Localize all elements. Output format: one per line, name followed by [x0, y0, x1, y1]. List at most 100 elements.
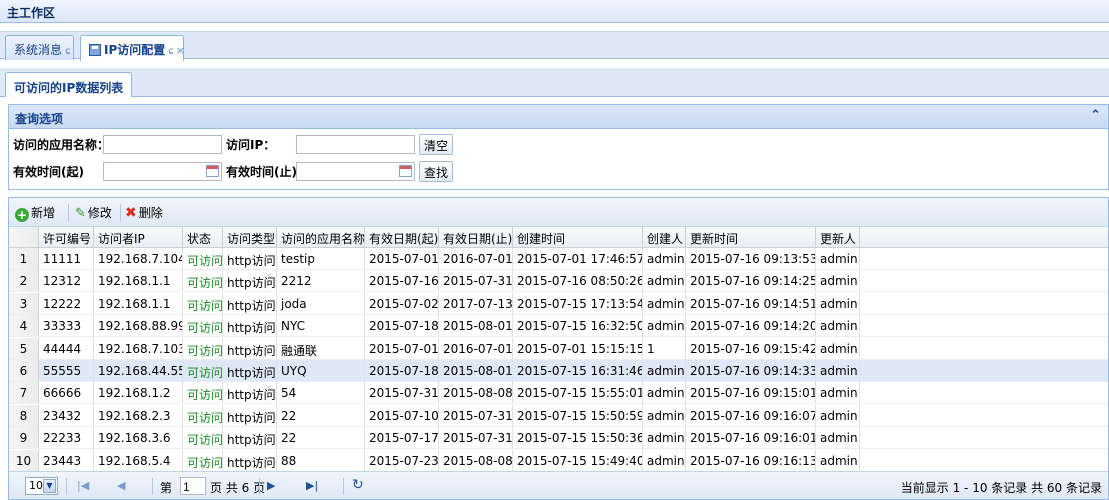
cell-valid-end: 2015-07-31 — [439, 427, 513, 449]
double-chevron-up-icon[interactable]: ⌃ — [1090, 108, 1101, 124]
row-number: 9 — [9, 427, 39, 449]
cell-valid-end: 2015-08-01 — [439, 360, 513, 381]
pagination-bar: 10 ▼ |◀ ◀ 第 页 共 6 页 ▶ ▶| ↻ 当前显示 1 - 10 条… — [9, 471, 1108, 499]
tab-ip-list[interactable]: 可访问的IP数据列表 — [5, 72, 133, 97]
row-number: 10 — [9, 449, 39, 471]
next-page-icon[interactable]: ▶ — [267, 479, 275, 492]
cell-updater: admin — [816, 449, 860, 471]
col-header-app-name[interactable]: 访问的应用名称 — [277, 227, 365, 247]
prev-page-icon[interactable]: ◀ — [117, 479, 125, 492]
start-date-input[interactable] — [103, 162, 222, 181]
cell-permit-no: 11111 — [39, 248, 94, 269]
table-row[interactable]: 2 12312 192.168.1.1 可访问 http访问 2212 2015-07-16… — [9, 270, 1108, 293]
cell-visitor-ip: 192.168.1.1 — [94, 292, 183, 314]
cell-creator: admin — [643, 248, 686, 269]
cell-app-name: NYC — [277, 315, 365, 337]
cell-created: 2015-07-15 15:49:40 — [513, 449, 643, 471]
col-header-permit-no[interactable]: 许可编号 — [39, 227, 94, 247]
cell-updated: 2015-07-16 09:15:01 — [686, 382, 816, 404]
cell-updated: 2015-07-16 09:14:20 — [686, 315, 816, 337]
table-row[interactable]: 5 44444 192.168.7.103 可访问 http访问 融通联 2015-07-0… — [9, 337, 1108, 360]
table-row[interactable]: 8 23432 192.168.2.3 可访问 http访问 22 2015-07-10 20… — [9, 404, 1108, 427]
cell-created: 2015-07-15 15:55:01 — [513, 382, 643, 404]
cell-valid-start: 2015-07-18 — [365, 360, 439, 381]
table-row[interactable]: 4 33333 192.168.88.99 可访问 http访问 NYC 2015-07-1… — [9, 315, 1108, 338]
first-page-icon[interactable]: |◀ — [77, 479, 89, 492]
col-header-valid-end[interactable]: 有效日期(止) — [439, 227, 513, 247]
cell-creator: admin — [643, 270, 686, 292]
cell-created: 2015-07-15 17:13:54 — [513, 292, 643, 314]
table-row[interactable]: 6 55555 192.168.44.55 可访问 http访问 UYQ 2015-07-1… — [9, 360, 1108, 382]
plus-icon: + — [15, 208, 29, 222]
row-number: 5 — [9, 337, 39, 359]
page-number-input[interactable] — [180, 477, 206, 495]
cell-visitor-ip: 192.168.5.4 — [94, 449, 183, 471]
grid-toolbar: + 新增 ✎ 修改 ✖ 删除 — [9, 198, 1108, 227]
col-header-creator[interactable]: 创建人 — [643, 227, 686, 247]
col-header-access-type[interactable]: 访问类型 — [223, 227, 277, 247]
ip-input[interactable] — [296, 135, 415, 154]
cell-updated: 2015-07-16 09:13:53 — [686, 248, 816, 269]
cell-access-type: http访问 — [223, 248, 277, 269]
query-panel-header: 查询选项 ⌃ — [9, 105, 1108, 129]
table-row[interactable]: 7 66666 192.168.1.2 可访问 http访问 54 2015-07-31 20… — [9, 382, 1108, 405]
last-page-icon[interactable]: ▶| — [306, 479, 318, 492]
cell-valid-start: 2015-07-31 — [365, 382, 439, 404]
end-date-input[interactable] — [296, 162, 415, 181]
edit-button[interactable]: ✎ 修改 — [75, 204, 112, 222]
cell-access-type: http访问 — [223, 292, 277, 314]
refresh-icon[interactable]: ɕ — [65, 46, 71, 57]
calendar-icon[interactable] — [399, 165, 412, 177]
cell-updater: admin — [816, 337, 860, 359]
row-number: 4 — [9, 315, 39, 337]
chevron-down-icon[interactable]: ▼ — [43, 479, 56, 493]
search-button[interactable]: 查找 — [419, 161, 454, 182]
col-header-updated[interactable]: 更新时间 — [686, 227, 816, 247]
cell-app-name: 54 — [277, 382, 365, 404]
col-header-status[interactable]: 状态 — [183, 227, 223, 247]
cell-app-name: 22 — [277, 427, 365, 449]
app-name-input[interactable] — [103, 135, 222, 154]
cell-created: 2015-07-01 17:46:57 — [513, 248, 643, 269]
calendar-icon[interactable] — [206, 165, 219, 177]
cell-updated: 2015-07-16 09:16:01 — [686, 427, 816, 449]
refresh-icon[interactable]: ↻ — [352, 477, 364, 493]
cell-creator: admin — [643, 382, 686, 404]
cell-creator: admin — [643, 404, 686, 426]
col-header-visitor-ip[interactable]: 访问者IP — [94, 227, 183, 247]
cell-valid-end: 2015-07-31 — [439, 270, 513, 292]
table-header: 许可编号 访问者IP 状态 访问类型 访问的应用名称 有效日期(起) 有效日期(… — [9, 227, 1108, 248]
delete-button[interactable]: ✖ 删除 — [125, 204, 163, 222]
sub-tabbar: 可访问的IP数据列表 — [0, 68, 1109, 97]
cell-visitor-ip: 192.168.3.6 — [94, 427, 183, 449]
table-row[interactable]: 3 12222 192.168.1.1 可访问 http访问 joda 2015-07-02… — [9, 292, 1108, 315]
tab-system-messages[interactable]: 系统消息 ɕ — [5, 35, 74, 60]
add-button[interactable]: + 新增 — [15, 204, 55, 222]
ip-label: 访问IP： — [226, 138, 276, 152]
col-header-updater[interactable]: 更新人 — [816, 227, 860, 247]
cell-updated: 2015-07-16 09:14:33 — [686, 360, 816, 381]
clear-button[interactable]: 清空 — [419, 134, 454, 155]
cell-app-name: joda — [277, 292, 365, 314]
cell-app-name: 88 — [277, 449, 365, 471]
query-panel: 查询选项 ⌃ 访问的应用名称： 访问IP： 清空 有效时间(起) 有效时间(止)… — [8, 104, 1109, 190]
cell-visitor-ip: 192.168.1.2 — [94, 382, 183, 404]
refresh-icon[interactable]: ɕ — [168, 46, 174, 57]
close-icon[interactable]: × — [176, 44, 185, 57]
cell-valid-start: 2015-07-23 — [365, 449, 439, 471]
cell-permit-no: 66666 — [39, 382, 94, 404]
cell-valid-end: 2015-08-08 — [439, 382, 513, 404]
col-header-created[interactable]: 创建时间 — [513, 227, 643, 247]
cell-visitor-ip: 192.168.2.3 — [94, 404, 183, 426]
cell-permit-no: 12222 — [39, 292, 94, 314]
table-row[interactable]: 10 23443 192.168.5.4 可访问 http访问 88 2015-07-23 2… — [9, 449, 1108, 472]
cell-valid-start: 2015-07-16 — [365, 270, 439, 292]
pager-separator — [152, 478, 153, 495]
table-row[interactable]: 1 11111 192.168.7.104 可访问 http访问 testip 2015-0… — [9, 248, 1108, 270]
cell-updater: admin — [816, 315, 860, 337]
table-row[interactable]: 9 22233 192.168.3.6 可访问 http访问 22 2015-07-17 20… — [9, 427, 1108, 450]
cell-updater: admin — [816, 270, 860, 292]
tab-ip-access-config[interactable]: IP访问配置 ɕ × — [80, 35, 185, 61]
page-size-select[interactable]: 10 ▼ — [25, 477, 58, 495]
col-header-valid-start[interactable]: 有效日期(起) — [365, 227, 439, 247]
